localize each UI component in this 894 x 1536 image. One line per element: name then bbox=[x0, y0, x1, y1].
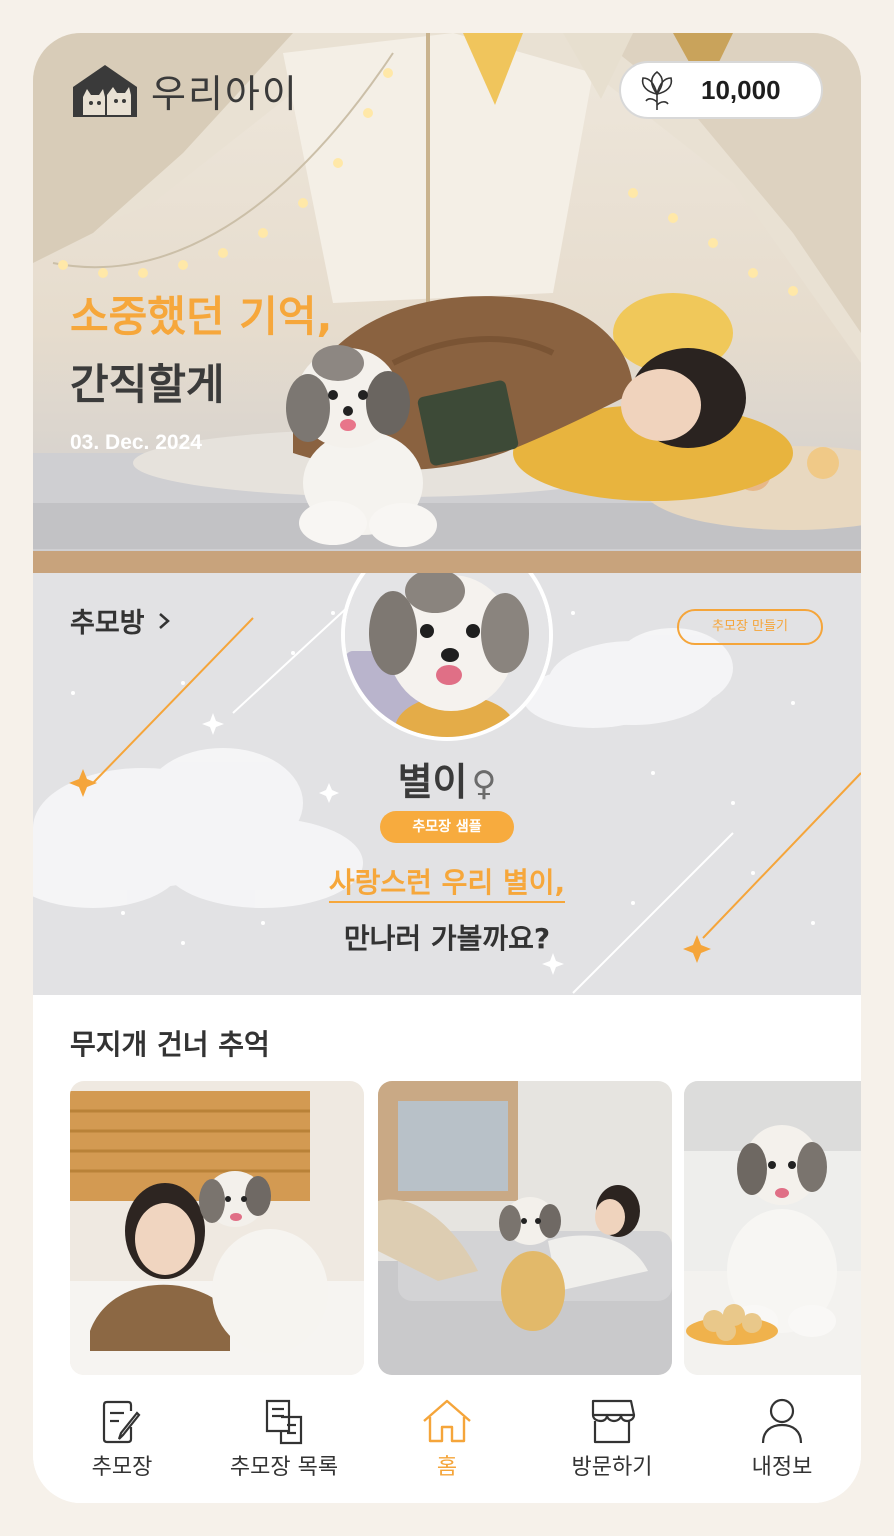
nav-item-visit[interactable]: 방문하기 bbox=[537, 1397, 687, 1481]
female-icon: ♀ bbox=[471, 764, 497, 804]
phone-frame: 우리아이 10,000 소중했던 기억, 간직할게 03. Dec. 2024 bbox=[33, 33, 861, 1503]
pet-name-row: 별이 ♀ bbox=[33, 751, 861, 806]
nav-label: 내정보 bbox=[751, 1455, 813, 1480]
rainbow-memories-title: 무지개 건너 추억 bbox=[70, 1028, 270, 1061]
hero-headline-accent: 소중했던 기억, bbox=[70, 292, 333, 341]
points-balance[interactable]: 10,000 bbox=[619, 61, 823, 119]
memory-photo-image bbox=[70, 1081, 364, 1375]
nav-item-memorial[interactable]: 추모장 bbox=[47, 1397, 197, 1481]
pet-name: 별이 bbox=[397, 760, 468, 804]
hero-banner: 우리아이 10,000 소중했던 기억, 간직할게 03. Dec. 2024 bbox=[33, 33, 861, 573]
bottom-nav: 추모장 추모장 목록 홈 방문하기 내정보 bbox=[33, 1385, 861, 1503]
nav-item-home[interactable]: 홈 bbox=[372, 1397, 522, 1481]
sample-badge: 추모장 샘플 bbox=[380, 811, 514, 843]
nav-label: 방문하기 bbox=[571, 1455, 653, 1480]
hero-date: 03. Dec. 2024 bbox=[70, 431, 202, 454]
memorial-room-link[interactable]: 추모방 bbox=[70, 601, 171, 640]
nav-label: 추모장 bbox=[91, 1455, 153, 1480]
memory-photo[interactable] bbox=[684, 1081, 861, 1375]
memory-photo-image bbox=[684, 1081, 861, 1375]
nav-item-memorial-list[interactable]: 추모장 목록 bbox=[209, 1397, 359, 1481]
nav-label: 추모장 목록 bbox=[229, 1455, 339, 1480]
app-logo[interactable]: 우리아이 bbox=[69, 61, 299, 119]
create-memorial-button[interactable]: 추모장 만들기 bbox=[677, 609, 823, 645]
memorial-message: 만나러 가볼까요? bbox=[343, 922, 551, 955]
memorial-section: 추모방 추모장 만들기 별이 ♀ 추모장 샘플 사랑스런 우리 별이, 만나러 … bbox=[33, 573, 861, 995]
document-list-icon bbox=[265, 1399, 303, 1445]
home-icon bbox=[423, 1399, 471, 1443]
nav-label: 홈 bbox=[436, 1455, 458, 1480]
cat-dog-house-icon bbox=[73, 65, 137, 117]
memorial-room-label: 추모방 bbox=[70, 608, 145, 639]
memorial-message-accent-text: 사랑스런 우리 별이, bbox=[328, 866, 566, 903]
pet-dog-photo bbox=[345, 573, 549, 737]
points-value: 10,000 bbox=[701, 74, 781, 105]
memorial-message-accent: 사랑스런 우리 별이, bbox=[33, 861, 861, 903]
memory-photo[interactable] bbox=[378, 1081, 672, 1375]
chrysanthemum-icon bbox=[641, 70, 673, 110]
app-logo-text: 우리아이 bbox=[151, 71, 299, 116]
memory-photo[interactable] bbox=[70, 1081, 364, 1375]
hero-headline: 간직할게 bbox=[70, 360, 225, 409]
store-icon bbox=[591, 1399, 636, 1444]
nav-item-my-info[interactable]: 내정보 bbox=[707, 1397, 857, 1481]
chevron-right-icon bbox=[158, 612, 170, 629]
memory-photo-image bbox=[378, 1081, 672, 1375]
user-icon bbox=[761, 1398, 803, 1444]
memorial-write-icon bbox=[102, 1400, 141, 1444]
